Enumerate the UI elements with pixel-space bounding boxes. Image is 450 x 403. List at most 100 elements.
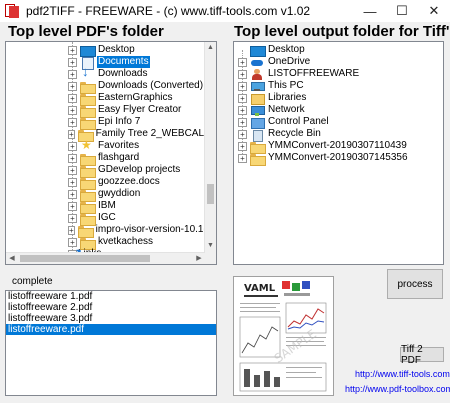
expand-icon[interactable]: + bbox=[68, 129, 75, 139]
close-button[interactable]: ✕ bbox=[418, 0, 450, 22]
network-icon bbox=[250, 105, 265, 116]
process-button[interactable]: process bbox=[387, 269, 443, 299]
tree-item[interactable]: + Epi Info 7 bbox=[6, 116, 205, 130]
tree-item[interactable]: + Network bbox=[234, 104, 443, 116]
desktop-icon bbox=[250, 45, 266, 57]
onedrive-icon bbox=[250, 57, 264, 68]
libraries-icon bbox=[250, 93, 265, 105]
folder-icon bbox=[250, 141, 266, 154]
folder-icon bbox=[250, 153, 266, 166]
expand-icon[interactable]: + bbox=[238, 69, 247, 79]
expand-icon[interactable]: + bbox=[68, 201, 77, 211]
vertical-scrollbar[interactable]: ▲ ▼ bbox=[204, 42, 216, 264]
tree-item-label: LISTOFFREEWARE bbox=[268, 68, 360, 79]
tree-item[interactable]: + This PC bbox=[234, 80, 443, 92]
tree-item[interactable]: + goozzee.docs bbox=[6, 176, 205, 190]
file-list-item[interactable]: listoffreeware 1.pdf bbox=[6, 291, 216, 302]
expand-icon[interactable]: + bbox=[68, 105, 77, 115]
tiff-to-pdf-button[interactable]: Tiff 2 PDF bbox=[400, 344, 444, 366]
pdf-toolbox-link[interactable]: http://www.pdf-toolbox.com bbox=[345, 384, 450, 394]
pdf-folder-tree[interactable]: + Desktop + Documents + Downloads + Downloads (… bbox=[5, 41, 217, 265]
tree-item[interactable]: + IBM bbox=[6, 200, 205, 214]
tree-item[interactable]: + Desktop bbox=[6, 44, 205, 57]
tree-item[interactable]: + flashgard bbox=[6, 152, 205, 166]
tree-item[interactable]: + Control Panel bbox=[234, 116, 443, 129]
tree-item[interactable]: + Easy Flyer Creator bbox=[6, 104, 205, 118]
output-folder-tree[interactable]: Desktop + OneDrive + LISTOFFREEWARE + This PC +… bbox=[233, 41, 444, 265]
folder-icon bbox=[80, 237, 96, 250]
tree-item[interactable]: + OneDrive bbox=[234, 56, 443, 68]
file-list-item[interactable]: listoffreeware 2.pdf bbox=[6, 302, 216, 313]
tree-item[interactable]: + Family Tree 2_WEBCAL bbox=[6, 128, 205, 142]
tree-item[interactable]: + Libraries bbox=[234, 92, 443, 105]
tree-item-label: OneDrive bbox=[268, 56, 311, 67]
scroll-down-arrow-icon[interactable]: ▼ bbox=[205, 240, 216, 252]
tree-item[interactable]: Desktop bbox=[234, 44, 443, 57]
folder-icon bbox=[80, 105, 96, 118]
tree-item[interactable]: + impro-visor-version-10.1-files bbox=[6, 224, 216, 238]
tree-item[interactable]: + GDevelop projects bbox=[6, 164, 205, 178]
expand-icon[interactable]: + bbox=[68, 213, 77, 223]
horizontal-scrollbar[interactable]: ◀ ▶ bbox=[6, 252, 205, 264]
expand-icon[interactable]: + bbox=[238, 57, 247, 67]
scroll-thumb[interactable] bbox=[207, 184, 214, 204]
tree-item[interactable]: + Favorites bbox=[6, 139, 205, 152]
tree-item-label: flashgard bbox=[98, 152, 140, 163]
expand-icon[interactable]: + bbox=[68, 189, 77, 199]
expand-icon[interactable]: + bbox=[238, 141, 247, 151]
tree-item-label: This PC bbox=[268, 80, 304, 91]
tiff-tools-link[interactable]: http://www.tiff-tools.com bbox=[355, 369, 450, 379]
hscroll-thumb[interactable] bbox=[20, 255, 150, 262]
file-list-item[interactable]: listoffreeware 3.pdf bbox=[6, 313, 216, 324]
tree-item[interactable]: + Downloads (Converted) bbox=[6, 80, 205, 94]
tree-item-label: IGC bbox=[98, 212, 116, 223]
expand-icon[interactable]: + bbox=[68, 177, 77, 187]
expand-icon[interactable]: + bbox=[68, 117, 77, 127]
folder-icon bbox=[80, 93, 96, 106]
expand-icon[interactable]: + bbox=[238, 117, 247, 127]
maximize-button[interactable]: ☐ bbox=[386, 0, 418, 22]
tree-item-label: Epi Info 7 bbox=[98, 116, 141, 127]
scroll-right-arrow-icon[interactable]: ▶ bbox=[193, 253, 205, 264]
tree-item-label: Family Tree 2_WEBCAL bbox=[95, 128, 205, 139]
expand-icon[interactable]: + bbox=[68, 153, 77, 163]
tree-item[interactable]: + kvetkachess bbox=[6, 236, 205, 250]
tree-item[interactable]: + Documents bbox=[6, 56, 205, 70]
folder-icon bbox=[80, 117, 96, 130]
status-label: complete bbox=[12, 276, 53, 287]
pdf-file-list[interactable]: listoffreeware 1.pdf listoffreeware 2.pdf… bbox=[5, 290, 217, 396]
folder-icon bbox=[80, 165, 96, 178]
file-list-item[interactable]: listoffreeware.pdf bbox=[6, 324, 216, 335]
expand-icon[interactable]: + bbox=[238, 153, 247, 163]
expand-icon[interactable]: + bbox=[238, 129, 247, 139]
window-title: pdf2TIFF - FREEWARE - (c) www.tiff-tools… bbox=[26, 4, 311, 18]
folder-icon bbox=[80, 201, 96, 214]
control-panel-icon bbox=[250, 117, 265, 129]
expand-icon[interactable]: + bbox=[68, 81, 77, 91]
folder-icon bbox=[80, 81, 96, 94]
expand-icon[interactable]: + bbox=[238, 105, 247, 115]
expand-icon[interactable]: + bbox=[68, 57, 77, 67]
expand-icon[interactable]: + bbox=[68, 45, 77, 55]
expand-icon[interactable]: + bbox=[68, 69, 77, 79]
tree-item-label: GDevelop projects bbox=[98, 164, 181, 175]
expand-icon[interactable]: + bbox=[238, 93, 247, 103]
tree-item[interactable]: + LISTOFFREEWARE bbox=[234, 68, 443, 80]
minimize-button[interactable]: — bbox=[354, 0, 386, 22]
scroll-left-arrow-icon[interactable]: ◀ bbox=[6, 253, 18, 264]
expand-icon[interactable]: + bbox=[68, 225, 75, 235]
tree-item[interactable]: + gwyddion bbox=[6, 188, 205, 202]
expand-icon[interactable]: + bbox=[68, 141, 77, 151]
folder-icon bbox=[80, 213, 96, 226]
tree-item[interactable]: + Downloads bbox=[6, 66, 205, 80]
tree-item[interactable]: + EasternGraphics bbox=[6, 92, 205, 106]
expand-icon[interactable]: + bbox=[68, 93, 77, 103]
tree-item[interactable]: + Recycle Bin bbox=[234, 128, 443, 142]
downloads-icon bbox=[80, 66, 94, 80]
tree-item[interactable]: + YMMConvert-20190307145356 bbox=[234, 152, 443, 166]
expand-icon[interactable]: + bbox=[68, 165, 77, 175]
tree-item[interactable]: + IGC bbox=[6, 212, 205, 226]
scroll-up-arrow-icon[interactable]: ▲ bbox=[205, 42, 216, 54]
tree-item[interactable]: + YMMConvert-20190307110439 bbox=[234, 140, 443, 154]
expand-icon[interactable]: + bbox=[238, 81, 247, 91]
